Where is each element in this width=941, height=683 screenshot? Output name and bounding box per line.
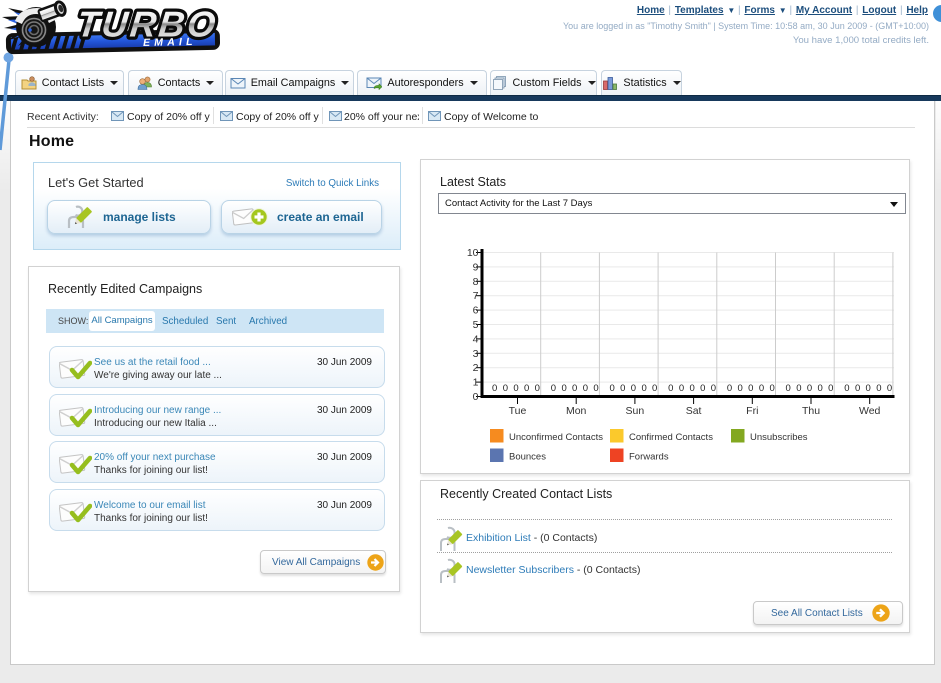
svg-text:0: 0 bbox=[769, 383, 774, 394]
svg-text:0: 0 bbox=[652, 383, 657, 394]
svg-text:0: 0 bbox=[631, 383, 636, 394]
svg-text:0: 0 bbox=[551, 383, 556, 394]
svg-text:0: 0 bbox=[796, 383, 801, 394]
svg-text:Fri: Fri bbox=[746, 405, 758, 417]
svg-text:0: 0 bbox=[711, 383, 716, 394]
svg-text:0: 0 bbox=[524, 383, 529, 394]
svg-text:0: 0 bbox=[535, 383, 540, 394]
svg-text:0: 0 bbox=[689, 383, 694, 394]
svg-text:0: 0 bbox=[473, 391, 479, 403]
svg-text:0: 0 bbox=[855, 383, 860, 394]
svg-text:Sun: Sun bbox=[626, 405, 645, 417]
svg-text:Wed: Wed bbox=[859, 405, 881, 417]
svg-text:0: 0 bbox=[748, 383, 753, 394]
svg-text:EMAIL: EMAIL bbox=[143, 36, 197, 49]
svg-text:0: 0 bbox=[513, 383, 518, 394]
svg-text:Thu: Thu bbox=[802, 405, 820, 417]
svg-text:0: 0 bbox=[609, 383, 614, 394]
svg-text:0: 0 bbox=[641, 383, 646, 394]
svg-text:0: 0 bbox=[738, 383, 743, 394]
svg-text:0: 0 bbox=[503, 383, 508, 394]
svg-text:Forwards: Forwards bbox=[629, 452, 669, 463]
svg-text:0: 0 bbox=[759, 383, 764, 394]
svg-text:9: 9 bbox=[473, 261, 479, 273]
svg-text:0: 0 bbox=[668, 383, 673, 394]
svg-text:0: 0 bbox=[844, 383, 849, 394]
svg-text:4: 4 bbox=[473, 333, 479, 345]
svg-text:0: 0 bbox=[492, 383, 497, 394]
svg-text:5: 5 bbox=[473, 319, 479, 331]
svg-text:0: 0 bbox=[887, 383, 892, 394]
svg-text:Tue: Tue bbox=[509, 405, 527, 417]
svg-text:Unsubscribes: Unsubscribes bbox=[750, 432, 808, 443]
svg-text:0: 0 bbox=[786, 383, 791, 394]
svg-text:1: 1 bbox=[473, 377, 479, 389]
svg-text:7: 7 bbox=[473, 290, 479, 302]
svg-text:Bounces: Bounces bbox=[509, 452, 546, 463]
svg-text:0: 0 bbox=[866, 383, 871, 394]
svg-text:Unconfirmed Contacts: Unconfirmed Contacts bbox=[509, 432, 603, 443]
svg-text:0: 0 bbox=[727, 383, 732, 394]
svg-text:0: 0 bbox=[876, 383, 881, 394]
svg-text:0: 0 bbox=[818, 383, 823, 394]
svg-text:10: 10 bbox=[467, 247, 479, 259]
svg-text:0: 0 bbox=[807, 383, 812, 394]
svg-text:0: 0 bbox=[572, 383, 577, 394]
svg-text:8: 8 bbox=[473, 276, 479, 288]
svg-text:0: 0 bbox=[700, 383, 705, 394]
svg-text:0: 0 bbox=[679, 383, 684, 394]
svg-text:0: 0 bbox=[593, 383, 598, 394]
svg-text:0: 0 bbox=[620, 383, 625, 394]
svg-text:0: 0 bbox=[828, 383, 833, 394]
svg-text:0: 0 bbox=[583, 383, 588, 394]
svg-text:Sat: Sat bbox=[686, 405, 702, 417]
svg-text:2: 2 bbox=[473, 362, 479, 374]
svg-text:Confirmed Contacts: Confirmed Contacts bbox=[629, 432, 713, 443]
svg-text:6: 6 bbox=[473, 305, 479, 317]
svg-text:0: 0 bbox=[561, 383, 566, 394]
svg-text:Mon: Mon bbox=[566, 405, 587, 417]
svg-text:3: 3 bbox=[473, 348, 479, 360]
